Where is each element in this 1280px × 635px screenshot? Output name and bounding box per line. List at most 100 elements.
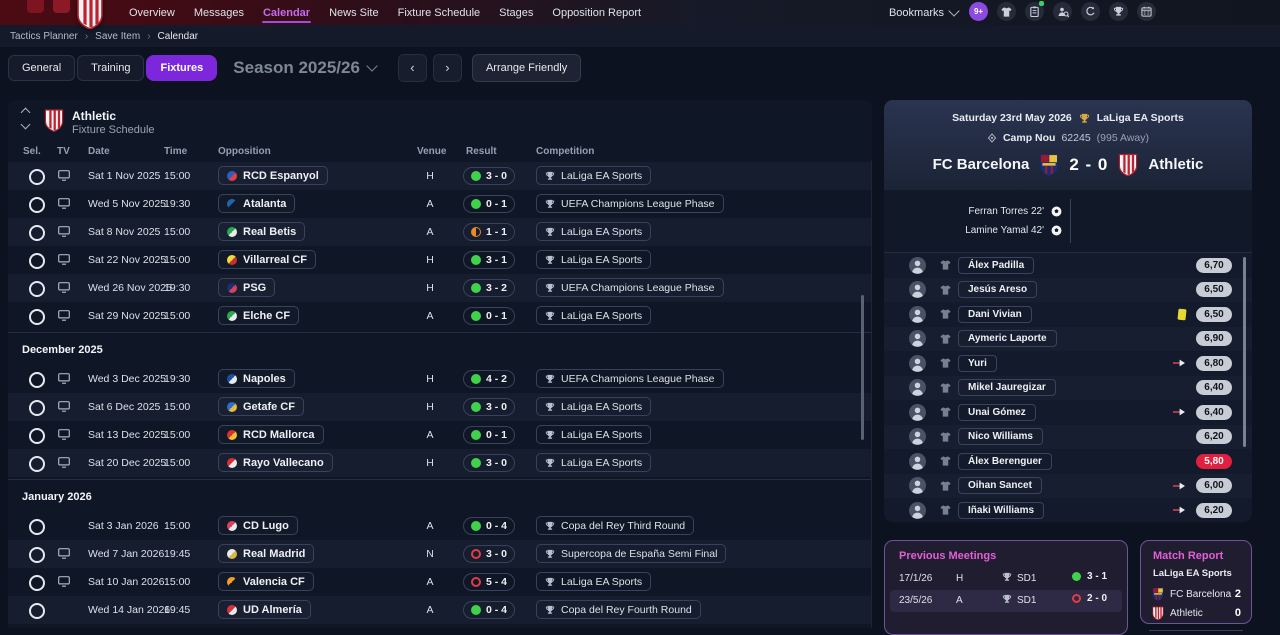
fixture-row[interactable]: Sat 20 Dec 2025 15:00 Rayo Vallecano H 3… <box>8 449 872 477</box>
fixture-row[interactable]: Sat 6 Dec 2025 15:00 Getafe CF H 3 - 0 L… <box>8 393 872 421</box>
opposition-link[interactable]: Rayo Vallecano <box>218 453 333 472</box>
opposition-link[interactable]: PSG <box>218 278 276 297</box>
nav-item-messages[interactable]: Messages <box>193 2 245 24</box>
fixture-row[interactable]: Sat 13 Dec 2025 15:00 RCD Mallorca A 0 -… <box>8 421 872 449</box>
season-selector[interactable]: Season 2025/26 <box>233 58 378 78</box>
competitions-button[interactable] <box>1109 2 1128 21</box>
col-tv[interactable]: TV <box>57 146 70 157</box>
competition-link[interactable]: LaLiga EA Sports <box>536 222 652 241</box>
player-rating-row[interactable]: Dani Vivian 6,50 <box>884 302 1252 327</box>
scouting-button[interactable] <box>1053 2 1072 21</box>
breadcrumb-save-item[interactable]: Save Item <box>95 31 140 42</box>
competition-link[interactable]: LaLiga EA Sports <box>536 453 652 472</box>
selection-radio[interactable] <box>29 169 45 185</box>
nav-item-news-site[interactable]: News Site <box>328 2 380 24</box>
fixture-row[interactable]: Wed 14 Jan 2026 19:45 UD Almería A 0 - 4… <box>8 596 872 624</box>
fixture-row[interactable]: Wed 5 Nov 2025 19:30 Atalanta A 0 - 1 UE… <box>8 190 872 218</box>
competition-link[interactable]: LaLiga EA Sports <box>536 166 652 185</box>
nav-item-calendar[interactable]: Calendar <box>261 2 312 24</box>
competition-link[interactable]: LaLiga EA Sports <box>536 250 652 269</box>
nav-item-stages[interactable]: Stages <box>498 2 534 24</box>
opposition-link[interactable]: Real Betis <box>218 222 306 241</box>
selection-radio[interactable] <box>29 547 45 563</box>
player-rating-row[interactable]: Iñaki Williams 6,20 <box>884 498 1252 522</box>
fixture-row[interactable]: Wed 3 Dec 2025 19:30 Napoles H 4 - 2 UEF… <box>8 365 872 393</box>
col-venue[interactable]: Venue <box>417 146 446 157</box>
result-badge[interactable]: 0 - 1 <box>463 307 516 325</box>
result-badge[interactable]: 3 - 2 <box>463 279 516 297</box>
selection-radio[interactable] <box>29 253 45 269</box>
result-badge[interactable]: 3 - 0 <box>463 454 516 472</box>
result-badge[interactable]: 3 - 0 <box>463 545 516 563</box>
competition-link[interactable]: Copa del Rey Third Round <box>536 516 695 535</box>
nav-item-opposition-report[interactable]: Opposition Report <box>551 2 642 24</box>
player-rating-row[interactable]: Jesús Areso 6,50 <box>884 277 1252 302</box>
result-badge[interactable]: 3 - 0 <box>463 167 516 185</box>
col-opposition[interactable]: Opposition <box>218 146 271 157</box>
match-venue[interactable]: Camp Nou <box>1003 132 1056 144</box>
calendar-button[interactable] <box>1137 2 1156 21</box>
competition-link[interactable]: Supercopa de España Semi Final <box>536 544 727 563</box>
refresh-button[interactable] <box>1081 2 1100 21</box>
competition-link[interactable]: LaLiga EA Sports <box>536 397 652 416</box>
player-name[interactable]: Nico Williams <box>958 428 1043 446</box>
player-rating-row[interactable]: Álex Berenguer 5,80 <box>884 449 1252 474</box>
fixture-row[interactable]: Sat 29 Nov 2025 15:00 Elche CF A 0 - 1 L… <box>8 302 872 330</box>
fixture-row[interactable]: Sat 22 Nov 2025 15:00 Villarreal CF H 3 … <box>8 246 872 274</box>
selection-radio[interactable] <box>29 428 45 444</box>
opposition-link[interactable]: RCD Mallorca <box>218 425 324 444</box>
fixture-row[interactable]: Sat 10 Jan 2026 15:00 Valencia CF A 5 - … <box>8 568 872 596</box>
opposition-link[interactable]: UD Almería <box>218 600 311 619</box>
selection-radio[interactable] <box>29 372 45 388</box>
player-rating-row[interactable]: Mikel Jauregizar 6,40 <box>884 375 1252 400</box>
opposition-link[interactable]: Elche CF <box>218 306 300 325</box>
previous-meeting-row[interactable]: 23/5/26 A SD1 2 - 0 <box>890 590 1122 612</box>
app-menu-button-2[interactable] <box>53 0 70 13</box>
notifications-button[interactable]: 9+ <box>969 2 988 21</box>
result-badge[interactable]: 1 - 1 <box>463 223 516 241</box>
opposition-link[interactable]: RCD Espanyol <box>218 166 328 185</box>
player-name[interactable]: Unai Gómez <box>958 403 1036 421</box>
player-rating-row[interactable]: Aymeric Laporte 6,90 <box>884 326 1252 351</box>
player-rating-row[interactable]: Unai Gómez 6,40 <box>884 400 1252 425</box>
collapse-up-icon[interactable] <box>20 107 31 118</box>
player-name[interactable]: Mikel Jauregizar <box>958 379 1056 397</box>
competition-link[interactable]: LaLiga EA Sports <box>536 306 652 325</box>
col-time[interactable]: Time <box>164 146 187 157</box>
selection-radio[interactable] <box>29 400 45 416</box>
result-badge[interactable]: 3 - 1 <box>463 251 516 269</box>
selection-radio[interactable] <box>29 456 45 472</box>
previous-season-button[interactable]: ‹ <box>397 53 427 82</box>
match-report-panel[interactable]: Match Report LaLiga EA Sports FC Barcelo… <box>1140 540 1252 631</box>
player-name[interactable]: Dani Vivian <box>958 305 1032 323</box>
selection-radio[interactable] <box>29 281 45 297</box>
opposition-link[interactable]: Atalanta <box>218 194 296 213</box>
player-name[interactable]: Álex Padilla <box>958 256 1035 274</box>
player-name[interactable]: Álex Berenguer <box>958 452 1052 470</box>
player-name[interactable]: Yuri <box>958 354 997 372</box>
player-rating-row[interactable]: Nico Williams 6,20 <box>884 424 1252 449</box>
fixture-row[interactable]: Wed 7 Jan 2026 19:45 Real Madrid N 3 - 0… <box>8 540 872 568</box>
competition-link[interactable]: LaLiga EA Sports <box>536 425 652 444</box>
opposition-link[interactable]: Real Madrid <box>218 544 315 563</box>
col-date[interactable]: Date <box>88 146 110 157</box>
fixture-row[interactable]: Wed 26 Nov 2025 19:30 PSG H 3 - 2 UEFA C… <box>8 274 872 302</box>
opposition-link[interactable]: Napoles <box>218 369 295 388</box>
result-badge[interactable]: 0 - 1 <box>463 195 516 213</box>
player-name[interactable]: Jesús Areso <box>958 281 1038 299</box>
result-badge[interactable]: 0 - 1 <box>463 426 516 444</box>
player-name[interactable]: Iñaki Williams <box>958 501 1045 519</box>
selection-radio[interactable] <box>29 197 45 213</box>
competition-link[interactable]: LaLiga EA Sports <box>536 572 652 591</box>
fixture-row[interactable]: Sat 3 Jan 2026 15:00 CD Lugo A 0 - 4 Cop… <box>8 512 872 540</box>
result-badge[interactable]: 3 - 0 <box>463 398 516 416</box>
breadcrumb-calendar[interactable]: Calendar <box>158 31 199 42</box>
nav-item-fixture-schedule[interactable]: Fixture Schedule <box>397 2 482 24</box>
collapse-down-icon[interactable] <box>20 119 31 130</box>
opposition-link[interactable]: CD Lugo <box>218 516 298 535</box>
breadcrumb-tactics-planner[interactable]: Tactics Planner <box>10 31 78 42</box>
player-name[interactable]: Aymeric Laporte <box>958 330 1057 348</box>
result-badge[interactable]: 0 - 4 <box>463 517 516 535</box>
tab-fixtures[interactable]: Fixtures <box>146 54 218 81</box>
fixture-row[interactable]: Sat 8 Nov 2025 15:00 Real Betis A 1 - 1 … <box>8 218 872 246</box>
